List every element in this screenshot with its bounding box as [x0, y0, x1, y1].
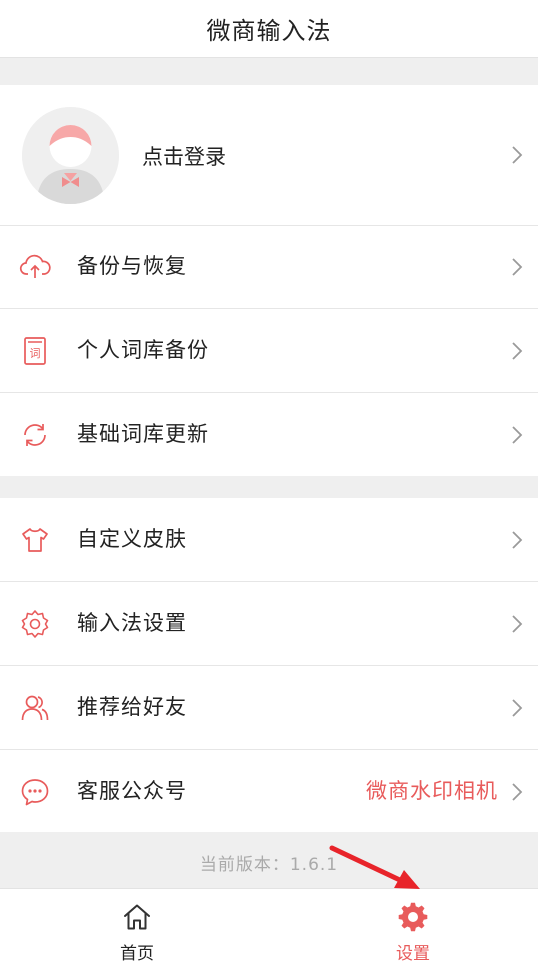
chevron-right-icon	[512, 258, 523, 276]
menu-item-label: 个人词库备份	[77, 338, 209, 362]
menu-item-label: 输入法设置	[77, 611, 187, 635]
tshirt-icon	[22, 528, 48, 552]
chevron-right-icon	[512, 699, 523, 717]
tab-home[interactable]: 首页	[77, 889, 197, 962]
menu-item-label: 自定义皮肤	[77, 527, 187, 551]
cloud-sync-icon	[19, 254, 51, 278]
avatar[interactable]	[22, 107, 119, 204]
customer-service-value[interactable]: 微商水印相机	[366, 777, 498, 805]
menu-item-input-settings[interactable]: 输入法设置	[0, 582, 538, 666]
svg-text:词: 词	[30, 347, 41, 360]
chevron-right-icon	[512, 426, 523, 444]
dictionary-icon: 词	[24, 337, 46, 365]
account-section: 点击登录 备份与恢复 词 个人词库备份 基础词库更新	[0, 85, 538, 476]
login-row[interactable]: 点击登录	[0, 85, 538, 225]
chevron-right-icon	[512, 615, 523, 633]
home-icon	[124, 904, 150, 930]
bottom-tab-bar: 首页 设置	[0, 888, 538, 962]
refresh-icon	[24, 424, 46, 446]
menu-item-label: 备份与恢复	[77, 254, 187, 278]
chevron-right-icon	[512, 146, 523, 164]
tab-label: 首页	[120, 944, 154, 962]
menu-item-backup-restore[interactable]: 备份与恢复	[0, 225, 538, 309]
chat-icon	[21, 779, 49, 806]
annotation-arrow-icon	[329, 845, 420, 889]
menu-item-label: 推荐给好友	[77, 695, 187, 719]
menu-item-base-dictionary-update[interactable]: 基础词库更新	[0, 393, 538, 477]
gear-icon	[398, 902, 428, 932]
chevron-right-icon	[512, 531, 523, 549]
version-text: 当前版本：1.6.1	[199, 855, 339, 875]
tab-label: 设置	[396, 944, 430, 962]
chevron-right-icon	[512, 342, 523, 360]
app-header: 微商输入法	[0, 0, 538, 58]
menu-item-label: 客服公众号	[77, 779, 187, 803]
avatar-placeholder-icon	[22, 107, 119, 204]
menu-item-customer-service-account[interactable]: 客服公众号 微商水印相机	[0, 750, 538, 834]
menu-item-label: 基础词库更新	[77, 422, 209, 446]
gear-icon	[21, 610, 49, 638]
login-label[interactable]: 点击登录	[142, 141, 226, 171]
users-icon	[21, 695, 49, 721]
page-title: 微商输入法	[206, 17, 332, 45]
chevron-right-icon	[512, 783, 523, 801]
tab-settings[interactable]: 设置	[353, 889, 473, 962]
settings-section: 自定义皮肤 输入法设置 推荐给好友 客服公众号 微商水印相机	[0, 498, 538, 832]
menu-item-recommend-friends[interactable]: 推荐给好友	[0, 666, 538, 750]
menu-item-custom-skin[interactable]: 自定义皮肤	[0, 498, 538, 582]
menu-item-personal-dictionary-backup[interactable]: 词 个人词库备份	[0, 309, 538, 393]
